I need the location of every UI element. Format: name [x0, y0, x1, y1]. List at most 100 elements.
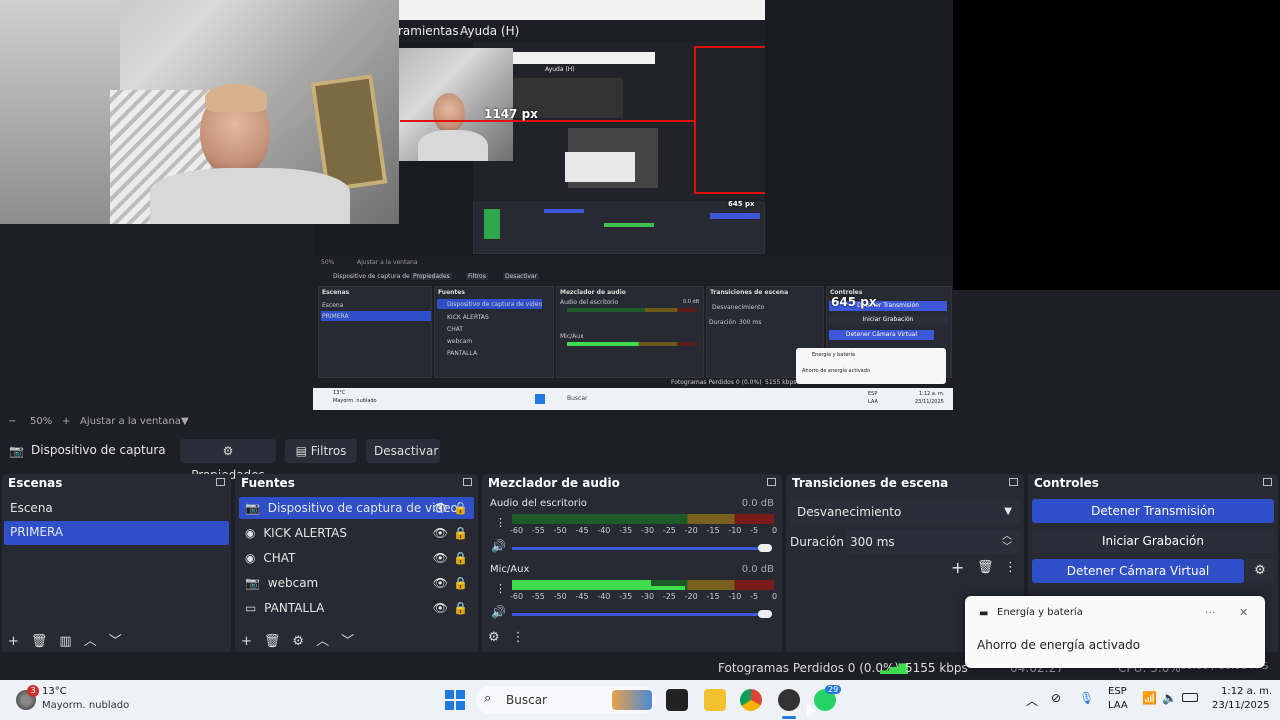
add-icon[interactable]: +	[8, 634, 19, 649]
zoom-fit[interactable]: Ajustar a la ventana	[80, 416, 181, 427]
microphone-icon[interactable]: 🎙	[1079, 691, 1094, 705]
more-options-icon[interactable]: ···	[1205, 606, 1216, 619]
globe-icon: ◉	[245, 551, 256, 565]
zoom-bar: − 50% + Ajustar a la ventana ▼	[0, 412, 1280, 432]
notification-body: Ahorro de energía activado	[977, 638, 1141, 652]
terminal-icon[interactable]	[666, 689, 688, 711]
eye-icon[interactable]: 👁	[433, 547, 448, 569]
scene-item-escena[interactable]: Escena	[4, 497, 229, 519]
language-code[interactable]: ESP	[1108, 686, 1127, 697]
source-item[interactable]: 📷 Dispositivo de captura de video 👁 🔒	[239, 497, 474, 519]
zoom-dropdown-icon[interactable]: ▼	[181, 416, 189, 427]
undock-icon[interactable]	[767, 478, 776, 486]
nested-lang1: ESP	[868, 391, 878, 397]
lock-icon[interactable]: 🔒	[453, 497, 468, 519]
chevron-down-icon[interactable]: ﹀	[1002, 536, 1012, 560]
nested-desktop-audio: Audio del escritorio	[560, 299, 619, 306]
meter-tick-label: -30	[641, 592, 655, 601]
chevron-up-icon[interactable]: ︿	[316, 630, 329, 649]
speaker-icon[interactable]: 🔊	[491, 605, 506, 619]
nested-dropped: Fotogramas Perdidos 0 (0.0%)	[671, 379, 762, 386]
nested-fit: Ajustar a la ventana	[357, 259, 418, 266]
lock-icon[interactable]: 🔒	[453, 547, 468, 569]
desktop-volume-slider[interactable]	[512, 547, 762, 550]
speaker-icon[interactable]: 🔊	[491, 539, 506, 553]
nested-obs: 50% Ajustar a la ventana Dispositivo de …	[313, 256, 953, 410]
filter-icon[interactable]: ▥	[59, 634, 71, 649]
chevron-up-icon[interactable]: ︿	[1026, 692, 1038, 709]
chevron-down-icon[interactable]: ﹀	[341, 630, 354, 649]
mixer-menu-icon[interactable]: ⋮	[495, 516, 506, 529]
transition-select[interactable]: Desvanecimiento ▼	[790, 500, 1020, 524]
source-item[interactable]: ▭ PANTALLA 👁 🔒	[239, 597, 474, 619]
eye-icon[interactable]: 👁	[433, 572, 448, 594]
start-recording-button[interactable]: Iniciar Grabación	[1032, 529, 1274, 553]
duration-label: Duración	[790, 535, 845, 549]
chevron-up-icon[interactable]: ︿	[84, 630, 97, 649]
scenes-dock: Escenas Escena PRIMERA + 🗑 ▥ ︿ ﹀	[2, 474, 231, 652]
clock-time[interactable]: 1:12 a. m.	[1221, 686, 1272, 697]
lock-icon[interactable]: 🔒	[453, 572, 468, 594]
properties-button[interactable]: ⚙ Propiedades	[180, 439, 276, 482]
wifi-icon[interactable]: 📶	[1142, 691, 1157, 705]
lock-icon[interactable]: 🔒	[453, 522, 468, 544]
more-icon[interactable]: ⋮	[512, 630, 525, 645]
webcam-source[interactable]	[0, 0, 399, 224]
mixer-menu-icon[interactable]: ⋮	[495, 582, 506, 595]
eye-icon[interactable]: 👁	[433, 522, 448, 544]
controls-title: Controles	[1028, 474, 1278, 492]
undock-icon[interactable]	[463, 478, 472, 486]
chevron-down-icon[interactable]: ﹀	[109, 630, 122, 649]
sync-off-icon[interactable]: ⊘	[1051, 691, 1061, 705]
gear-icon[interactable]: ⚙	[292, 634, 304, 649]
scene-item-primera[interactable]: PRIMERA	[4, 521, 229, 545]
meter-tick-label: -50	[553, 526, 567, 535]
trash-icon[interactable]: 🗑	[977, 560, 994, 575]
undock-icon[interactable]	[216, 478, 225, 486]
folder-icon[interactable]	[704, 689, 726, 711]
measure-height-label-small: 645 px	[728, 200, 755, 208]
clock-date[interactable]: 23/11/2025	[1212, 700, 1270, 711]
add-icon[interactable]: +	[951, 558, 964, 577]
trash-icon[interactable]: 🗑	[264, 634, 281, 649]
filters-button[interactable]: ▤ Filtros	[285, 439, 357, 463]
eye-icon[interactable]: 👁	[433, 597, 448, 619]
nested-search: Buscar	[567, 395, 588, 402]
stop-virtual-camera-button[interactable]: Detener Cámara Virtual	[1032, 559, 1244, 583]
preview-canvas[interactable]: ramientas Ayuda (H) Ayuda (H) 1147 px 64…	[0, 0, 1280, 412]
meter-tick-label: -45	[575, 526, 589, 535]
undock-icon[interactable]	[1263, 478, 1272, 486]
windows-start-icon[interactable]	[445, 690, 465, 710]
lock-icon[interactable]: 🔒	[453, 597, 468, 619]
nested2-help: Ayuda (H)	[545, 66, 575, 73]
language-layout[interactable]: LAA	[1108, 700, 1128, 711]
obs-icon[interactable]	[778, 689, 800, 711]
menu-ayuda: Ayuda (H)	[460, 24, 520, 38]
more-icon[interactable]: ⋮	[1004, 560, 1017, 575]
volume-icon[interactable]: 🔈	[1162, 691, 1177, 705]
power-notification[interactable]: ▬ Energía y batería ··· ✕ Ahorro de ener…	[965, 596, 1265, 668]
duration-input[interactable]: 300 ms ︿ ﹀	[846, 530, 1020, 554]
stop-streaming-button[interactable]: Detener Transmisión	[1032, 499, 1274, 523]
add-icon[interactable]: +	[241, 634, 252, 649]
zoom-out-button[interactable]: −	[8, 416, 16, 427]
zoom-in-button[interactable]: +	[62, 416, 70, 427]
source-item[interactable]: ◉ CHAT 👁 🔒	[239, 547, 474, 569]
mic-volume-knob[interactable]	[758, 610, 772, 618]
virtual-camera-settings-button[interactable]: ⚙	[1246, 559, 1274, 583]
nested-top-strip	[398, 0, 765, 20]
sources-tools: + 🗑 ⚙ ︿ ﹀	[241, 630, 366, 649]
mic-volume-slider[interactable]	[512, 613, 762, 616]
undock-icon[interactable]	[1009, 478, 1018, 486]
trash-icon[interactable]: 🗑	[31, 634, 48, 649]
chrome-icon[interactable]	[740, 689, 762, 711]
source-item[interactable]: ◉ KICK ALERTAS 👁 🔒	[239, 522, 474, 544]
close-icon[interactable]: ✕	[1239, 606, 1248, 619]
eye-icon[interactable]: 👁	[433, 497, 448, 519]
source-item[interactable]: 📷 webcam 👁 🔒	[239, 572, 474, 594]
battery-icon[interactable]	[1182, 693, 1198, 702]
gear-icon[interactable]: ⚙	[488, 630, 500, 645]
desktop-volume-knob[interactable]	[758, 544, 772, 552]
taskbar-search[interactable]: ⌕ Buscar	[476, 686, 656, 714]
deactivate-button[interactable]: Desactivar	[366, 439, 440, 463]
